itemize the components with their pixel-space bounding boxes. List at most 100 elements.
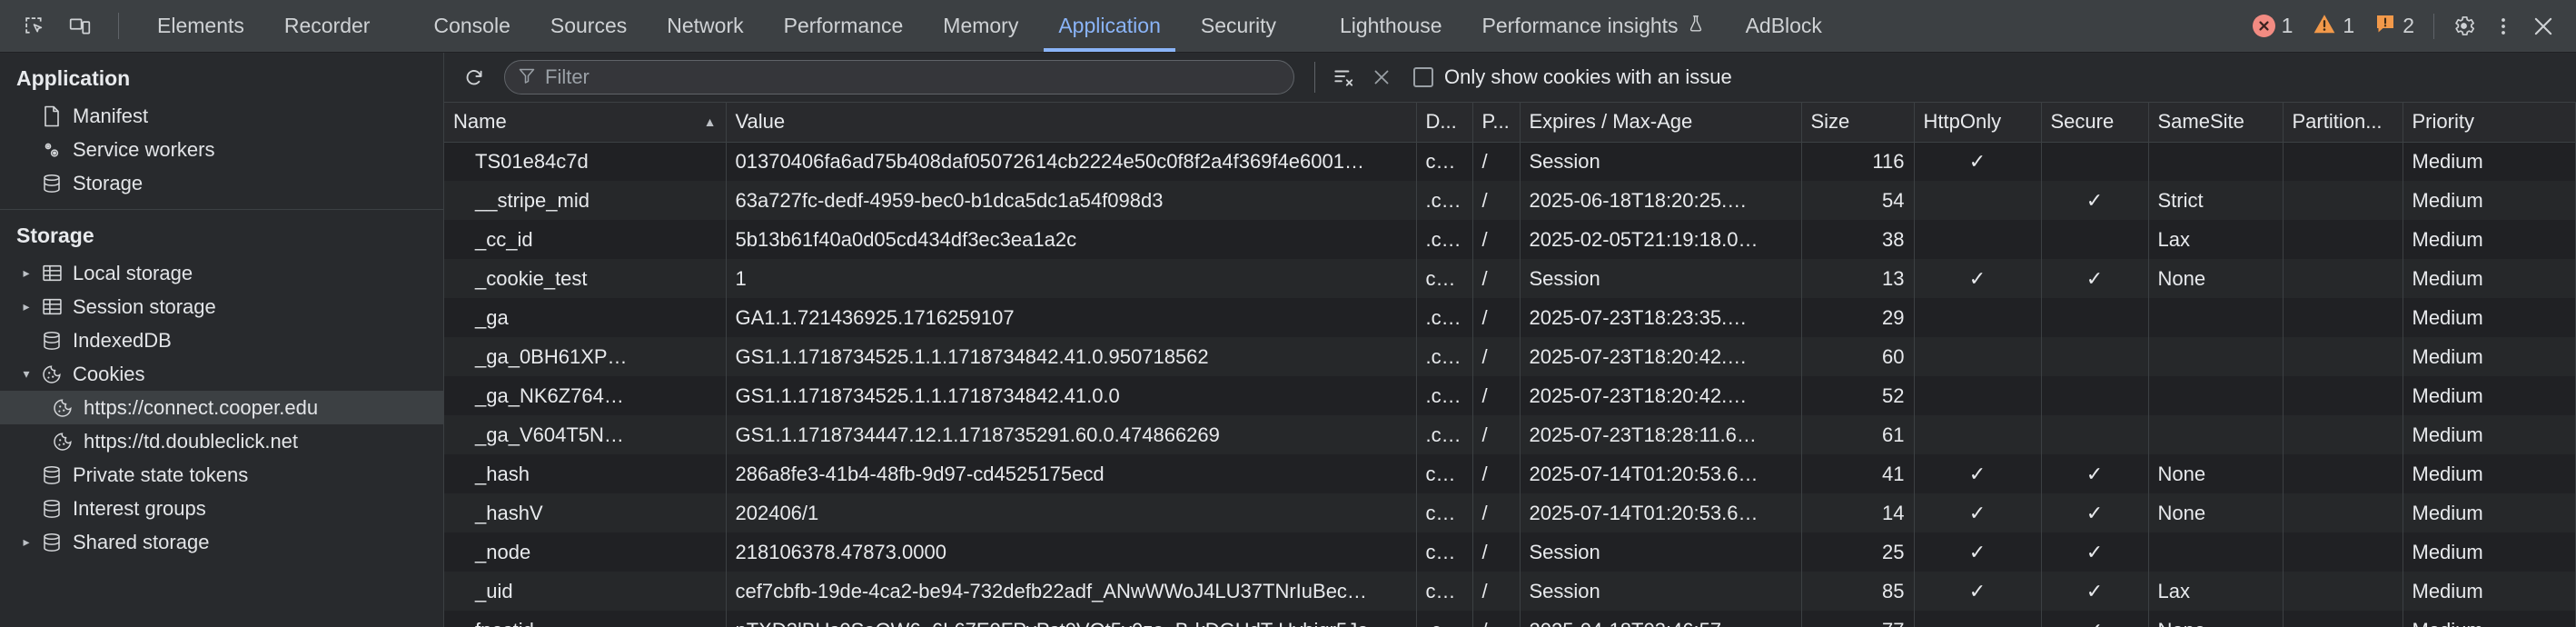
cell-value[interactable]: nTXD3lBUs0SaQW6_6L67E0FPyPst0VQt5y0za_B-… bbox=[726, 611, 1417, 627]
kebab-menu-icon[interactable] bbox=[2483, 6, 2523, 46]
cell-priority[interactable]: Medium bbox=[2403, 298, 2576, 337]
cell-value[interactable]: GS1.1.1718734525.1.1.1718734842.41.0.0 bbox=[726, 376, 1417, 415]
column-header-value[interactable]: Value bbox=[726, 103, 1417, 143]
cell-httponly[interactable]: ✓ bbox=[1914, 142, 2042, 181]
cell-size[interactable]: 61 bbox=[1801, 415, 1915, 454]
cell-samesite[interactable]: None bbox=[2148, 259, 2284, 298]
filter-input[interactable]: Filter bbox=[504, 60, 1294, 95]
cell-domain[interactable]: .c… bbox=[1416, 181, 1473, 220]
cell-path[interactable]: / bbox=[1472, 142, 1521, 181]
cell-samesite[interactable] bbox=[2148, 298, 2284, 337]
table-row[interactable]: fpestidnTXD3lBUs0SaQW6_6L67E0FPyPst0VQt5… bbox=[444, 611, 2576, 627]
cell-priority[interactable]: Medium bbox=[2403, 611, 2576, 627]
cell-samesite[interactable] bbox=[2148, 376, 2284, 415]
cell-partition[interactable] bbox=[2283, 572, 2403, 611]
cell-samesite[interactable] bbox=[2148, 142, 2284, 181]
cell-value[interactable]: 01370406fa6ad75b408daf05072614cb2224e50c… bbox=[726, 142, 1417, 181]
cell-priority[interactable]: Medium bbox=[2403, 220, 2576, 259]
cell-name[interactable]: _node bbox=[444, 532, 727, 572]
warning-count-indicator[interactable]: 1 bbox=[2303, 13, 2364, 40]
tab-recorder[interactable]: Recorder bbox=[264, 0, 391, 52]
cell-httponly[interactable] bbox=[1914, 220, 2042, 259]
cell-value[interactable]: 286a8fe3-41b4-48fb-9d97-cd4525175ecd bbox=[726, 454, 1417, 493]
cell-secure[interactable] bbox=[2041, 376, 2149, 415]
cell-samesite[interactable]: None bbox=[2148, 493, 2284, 532]
cell-name[interactable]: _ga_NK6Z764… bbox=[444, 376, 727, 415]
cell-size[interactable]: 116 bbox=[1801, 142, 1915, 181]
cell-domain[interactable]: .c… bbox=[1416, 220, 1473, 259]
column-header-name[interactable]: Name ▲ bbox=[444, 103, 727, 143]
cell-size[interactable]: 13 bbox=[1801, 259, 1915, 298]
cell-domain[interactable]: .c… bbox=[1416, 337, 1473, 376]
cell-partition[interactable] bbox=[2283, 220, 2403, 259]
table-row[interactable]: _uid cef7cbfb-19de-4ca2-be94-732defb22adf… bbox=[444, 572, 2576, 611]
cell-domain[interactable]: c… bbox=[1416, 454, 1473, 493]
tab-performance[interactable]: Performance bbox=[764, 0, 924, 52]
tab-sources[interactable]: Sources bbox=[530, 0, 647, 52]
cell-size[interactable]: 25 bbox=[1801, 532, 1915, 572]
close-icon[interactable] bbox=[2523, 6, 2563, 46]
cell-domain[interactable]: .c… bbox=[1416, 415, 1473, 454]
cell-path[interactable]: / bbox=[1472, 415, 1521, 454]
cell-priority[interactable]: Medium bbox=[2403, 532, 2576, 572]
column-header-domain[interactable]: D... bbox=[1416, 103, 1473, 143]
sidebar-item-session-storage[interactable]: ▸ Session storage bbox=[0, 290, 443, 323]
table-row[interactable]: _ga GA1.1.721436925.1716259107 .c…/2025-07… bbox=[444, 298, 2576, 337]
cell-partition[interactable] bbox=[2283, 142, 2403, 181]
cell-partition[interactable] bbox=[2283, 259, 2403, 298]
cell-expires[interactable]: 2025-04-18T03:46:57.… bbox=[1520, 611, 1802, 627]
cell-secure[interactable]: ✓ bbox=[2041, 572, 2149, 611]
column-header-secure[interactable]: Secure bbox=[2041, 103, 2149, 143]
cell-priority[interactable]: Medium bbox=[2403, 376, 2576, 415]
cell-samesite[interactable]: None bbox=[2148, 454, 2284, 493]
cell-path[interactable]: / bbox=[1472, 298, 1521, 337]
column-header-priority[interactable]: Priority bbox=[2403, 103, 2576, 143]
cell-samesite[interactable]: None bbox=[2148, 611, 2284, 627]
cell-name[interactable]: _cookie_test bbox=[444, 259, 727, 298]
cell-priority[interactable]: Medium bbox=[2403, 259, 2576, 298]
cell-partition[interactable] bbox=[2283, 337, 2403, 376]
cell-size[interactable]: 60 bbox=[1801, 337, 1915, 376]
cell-httponly[interactable] bbox=[1914, 376, 2042, 415]
cell-samesite[interactable]: Lax bbox=[2148, 572, 2284, 611]
cell-expires[interactable]: 2025-07-14T01:20:53.6… bbox=[1520, 493, 1802, 532]
tab-console[interactable]: Console bbox=[413, 0, 530, 52]
cell-secure[interactable] bbox=[2041, 298, 2149, 337]
cell-name[interactable]: TS01e84c7d bbox=[444, 142, 727, 181]
cell-name[interactable]: _uid bbox=[444, 572, 727, 611]
cell-expires[interactable]: 2025-07-23T18:28:11.6… bbox=[1520, 415, 1802, 454]
cell-httponly[interactable] bbox=[1914, 181, 2042, 220]
cell-partition[interactable] bbox=[2283, 532, 2403, 572]
cell-value[interactable]: cef7cbfb-19de-4ca2-be94-732defb22adf_ANw… bbox=[726, 572, 1417, 611]
chevron-right-icon[interactable]: ▸ bbox=[16, 299, 36, 314]
column-header-path[interactable]: P... bbox=[1472, 103, 1521, 143]
cell-domain[interactable]: c… bbox=[1416, 493, 1473, 532]
cell-domain[interactable]: c… bbox=[1416, 572, 1473, 611]
chevron-right-icon[interactable]: ▸ bbox=[16, 265, 36, 281]
cell-samesite[interactable]: Strict bbox=[2148, 181, 2284, 220]
cell-httponly[interactable]: ✓ bbox=[1914, 493, 2042, 532]
cell-priority[interactable]: Medium bbox=[2403, 337, 2576, 376]
cell-value[interactable]: 5b13b61f40a0d05cd434df3ec3ea1a2c bbox=[726, 220, 1417, 259]
cell-expires[interactable]: 2025-06-18T18:20:25.… bbox=[1520, 181, 1802, 220]
cell-value[interactable]: GS1.1.1718734447.12.1.1718735291.60.0.47… bbox=[726, 415, 1417, 454]
cell-samesite[interactable]: Lax bbox=[2148, 220, 2284, 259]
cell-path[interactable]: / bbox=[1472, 259, 1521, 298]
cell-value[interactable]: 1 bbox=[726, 259, 1417, 298]
cell-secure[interactable]: ✓ bbox=[2041, 611, 2149, 627]
column-header-samesite[interactable]: SameSite bbox=[2148, 103, 2284, 143]
cell-path[interactable]: / bbox=[1472, 220, 1521, 259]
cell-domain[interactable]: c… bbox=[1416, 259, 1473, 298]
tab-network[interactable]: Network bbox=[647, 0, 763, 52]
cell-path[interactable]: / bbox=[1472, 181, 1521, 220]
cell-httponly[interactable]: ✓ bbox=[1914, 532, 2042, 572]
tab-lighthouse[interactable]: Lighthouse bbox=[1320, 0, 1462, 52]
cell-priority[interactable]: Medium bbox=[2403, 572, 2576, 611]
cell-value[interactable]: 202406/1 bbox=[726, 493, 1417, 532]
column-header-httponly[interactable]: HttpOnly bbox=[1914, 103, 2042, 143]
cell-size[interactable]: 14 bbox=[1801, 493, 1915, 532]
cell-size[interactable]: 38 bbox=[1801, 220, 1915, 259]
cell-expires[interactable]: Session bbox=[1520, 532, 1802, 572]
sidebar-item-manifest[interactable]: ▸ Manifest bbox=[0, 99, 443, 133]
error-count-indicator[interactable]: 1 bbox=[2243, 14, 2304, 38]
